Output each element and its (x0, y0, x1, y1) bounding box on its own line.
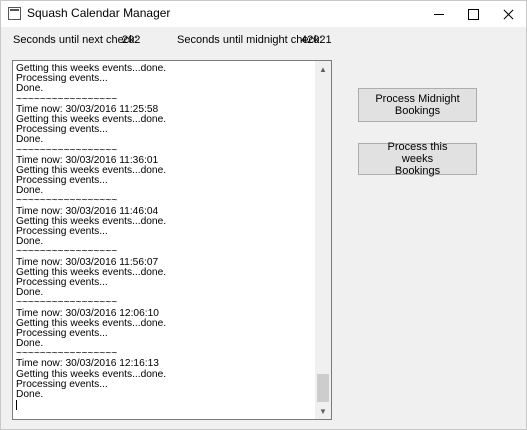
log-line: Processing events... (16, 276, 108, 288)
scroll-down-button[interactable]: ▼ (315, 403, 331, 419)
chevron-down-icon: ▼ (319, 406, 327, 416)
log-line: Processing events... (16, 378, 108, 390)
text-caret-line (16, 400, 314, 411)
log-textbox[interactable]: Getting this weeks events...done. Process… (12, 60, 332, 420)
title-bar[interactable]: Squash Calendar Manager (1, 1, 526, 27)
window-title: Squash Calendar Manager (27, 6, 171, 20)
log-line: ~~~~~~~~~~~~~~~~~ (16, 297, 118, 309)
log-line: Done. (16, 389, 44, 400)
log-line: Processing events... (16, 327, 108, 339)
maximize-icon (467, 8, 479, 20)
log-line: Processing events... (16, 73, 108, 85)
text-caret (16, 400, 17, 411)
close-button[interactable] (491, 1, 525, 27)
midnight-check-value: 42021 (301, 34, 332, 46)
scroll-thumb[interactable] (317, 374, 329, 402)
minimize-button[interactable] (422, 1, 456, 27)
close-icon (503, 9, 514, 20)
log-line: Done. (16, 134, 44, 146)
next-check-label: Seconds until next check: (13, 34, 138, 46)
process-week-bookings-button[interactable]: Process this weeks Bookings (358, 141, 477, 177)
log-scrollbar[interactable]: ▲ ▼ (315, 61, 331, 419)
scroll-up-button[interactable]: ▲ (315, 61, 331, 77)
minimize-icon (434, 13, 444, 15)
log-line: Processing events... (16, 226, 108, 237)
log-line: Processing events... (16, 175, 108, 187)
chevron-up-icon: ▲ (319, 64, 327, 74)
app-window: Squash Calendar Manager Seconds until ne… (0, 0, 527, 430)
next-check-value: 202 (122, 34, 141, 46)
app-window-icon (8, 7, 21, 20)
log-text-content[interactable]: Getting this weeks events...done. Process… (16, 64, 314, 416)
process-midnight-bookings-button[interactable]: Process Midnight Bookings (358, 88, 477, 122)
log-line: Processing events... (16, 124, 108, 136)
maximize-button[interactable] (456, 1, 490, 27)
